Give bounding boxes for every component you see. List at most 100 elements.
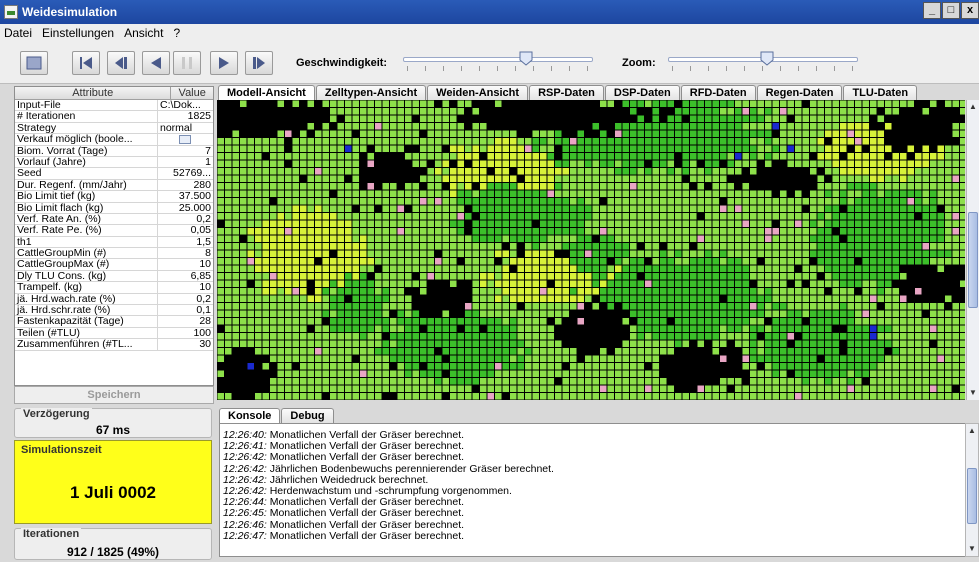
console-vertical-scrollbar[interactable]: ▲ ▼ [965,423,979,557]
grid-cell [225,100,232,107]
grid-cell [360,130,367,137]
attribute-row[interactable]: Dly TLU Cons. (kg) 6,85 [15,270,213,283]
attribute-row[interactable]: Teilen (#TLU) 100 [15,327,213,340]
console-scroll-thumb[interactable] [967,468,977,524]
attribute-row[interactable]: Dur. Regenf. (mm/Jahr) 280 [15,179,213,192]
attribute-value[interactable]: 52769... [158,168,213,178]
close-button[interactable]: x [961,2,979,19]
attribute-value[interactable]: 1,5 [158,237,213,247]
attribute-row[interactable]: th1 1,5 [15,236,213,249]
attribute-row[interactable]: CattleGroupMin (#) 8 [15,248,213,260]
attribute-row[interactable]: Bio Limit flach (kg) 25.000 [15,202,213,214]
attribute-row[interactable]: Fastenkapazität (Tage) 28 [15,316,213,328]
attribute-value[interactable]: 8 [158,248,213,258]
pause-button[interactable] [173,51,201,75]
tab-rfd-daten[interactable]: RFD-Daten [680,85,756,100]
attribute-row[interactable]: Zusammenführen (#TL... 30 [15,339,213,351]
pasture-grid-map[interactable] [217,100,965,400]
attribute-value[interactable]: 10 [158,282,213,292]
grid-cell [705,340,712,347]
grid-cell [637,340,644,347]
attribute-value[interactable]: 37.500 [158,191,213,201]
attribute-row[interactable]: CattleGroupMax (#) 10 [15,259,213,271]
tab-konsole[interactable]: Konsole [219,408,281,423]
checkbox[interactable] [178,135,191,145]
attribute-row[interactable]: Biom. Vorrat (Tage) 7 [15,145,213,157]
grid-cell [772,153,779,160]
tab-dsp-daten[interactable]: DSP-Daten [604,85,680,100]
console-scroll-up-arrow-icon[interactable]: ▲ [966,425,978,437]
attribute-value[interactable]: 1 [158,157,213,167]
grid-cell [585,370,592,377]
minimize-button[interactable]: _ [923,2,941,19]
zoom-slider-thumb[interactable] [760,51,774,66]
attribute-row[interactable]: jä. Hrd.schr.rate (%) 0,1 [15,305,213,317]
grid-cell [540,348,547,355]
scroll-up-arrow-icon[interactable]: ▲ [967,101,979,113]
attribute-value[interactable]: 0,05 [158,225,213,235]
speed-slider-thumb[interactable] [519,51,533,66]
menu-datei[interactable]: Datei [4,26,38,40]
skip-to-start-button[interactable] [72,51,100,75]
attribute-value[interactable]: normal [158,123,213,133]
attribute-value[interactable]: 6,85 [158,271,213,281]
attribute-value[interactable] [158,134,213,145]
attribute-value[interactable]: 10 [158,259,213,269]
play-backward-button[interactable] [142,51,170,75]
grid-cell [817,138,824,145]
maximize-button[interactable]: □ [942,2,960,19]
menu-einstellungen[interactable]: Einstellungen [42,26,120,40]
column-header-value[interactable]: Value [171,87,213,99]
attribute-value[interactable]: 1825 [158,111,213,121]
attribute-value[interactable]: 7 [158,146,213,156]
attribute-row[interactable]: Verf. Rate Pe. (%) 0,05 [15,225,213,237]
attribute-row[interactable]: jä. Hrd.wach.rate (%) 0,2 [15,293,213,306]
zoom-slider[interactable] [668,50,858,74]
play-button[interactable] [210,51,238,75]
tab-modell-ansicht[interactable]: Modell-Ansicht [218,85,315,100]
attribute-row[interactable]: # Iterationen 1825 [15,111,213,123]
step-back-button[interactable] [107,51,135,75]
attribute-value[interactable]: 30 [158,339,213,349]
tab-regen-daten[interactable]: Regen-Daten [756,85,843,100]
console-scroll-down-arrow-icon[interactable]: ▼ [966,543,978,555]
attribute-value[interactable]: 280 [158,180,213,190]
attribute-value[interactable]: 0,2 [158,214,213,224]
attribute-value[interactable]: 25.000 [158,203,213,213]
column-header-attribute[interactable]: Attribute [15,87,172,99]
attribute-row[interactable]: Bio Limit tief (kg) 37.500 [15,191,213,203]
attribute-row[interactable]: Seed 52769... [15,168,213,180]
attribute-value[interactable]: C:\Dok... [158,100,213,110]
scroll-down-arrow-icon[interactable]: ▼ [967,387,979,399]
attribute-value[interactable]: 28 [158,316,213,326]
stop-button[interactable] [20,51,48,75]
grid-cell [240,205,247,212]
step-forward-button[interactable] [245,51,273,75]
grid-cell [787,183,794,190]
tab-tlu-daten[interactable]: TLU-Daten [843,85,918,100]
speed-slider[interactable] [403,50,593,74]
attribute-row[interactable]: Verkauf möglich (boole... [15,134,213,146]
grid-cell [397,168,404,175]
grid-cell [510,130,517,137]
save-button[interactable]: Speichern [14,386,214,404]
map-vertical-scrollbar[interactable]: ▲ ▼ [966,100,979,400]
tab-debug[interactable]: Debug [281,408,334,423]
tab-rsp-daten[interactable]: RSP-Daten [529,85,604,100]
tab-zelltypen-ansicht[interactable]: Zelltypen-Ansicht [315,85,427,100]
grid-cell [247,250,254,257]
attribute-row[interactable]: Input-File C:\Dok... [15,100,213,112]
grid-cell [390,318,397,325]
attribute-row[interactable]: Verf. Rate An. (%) 0,2 [15,213,213,226]
map-scroll-thumb[interactable] [968,212,978,308]
tab-weiden-ansicht[interactable]: Weiden-Ansicht [427,85,529,100]
attribute-value[interactable]: 0,2 [158,294,213,304]
attribute-row[interactable]: Strategy normal [15,122,213,135]
attribute-row[interactable]: Trampelf. (kg) 10 [15,282,213,294]
grid-cell [877,303,884,310]
menu-help[interactable]: ? [173,26,186,40]
attribute-value[interactable]: 100 [158,328,213,338]
attribute-value[interactable]: 0,1 [158,305,213,315]
attribute-row[interactable]: Vorlauf (Jahre) 1 [15,156,213,169]
menu-ansicht[interactable]: Ansicht [124,26,169,40]
